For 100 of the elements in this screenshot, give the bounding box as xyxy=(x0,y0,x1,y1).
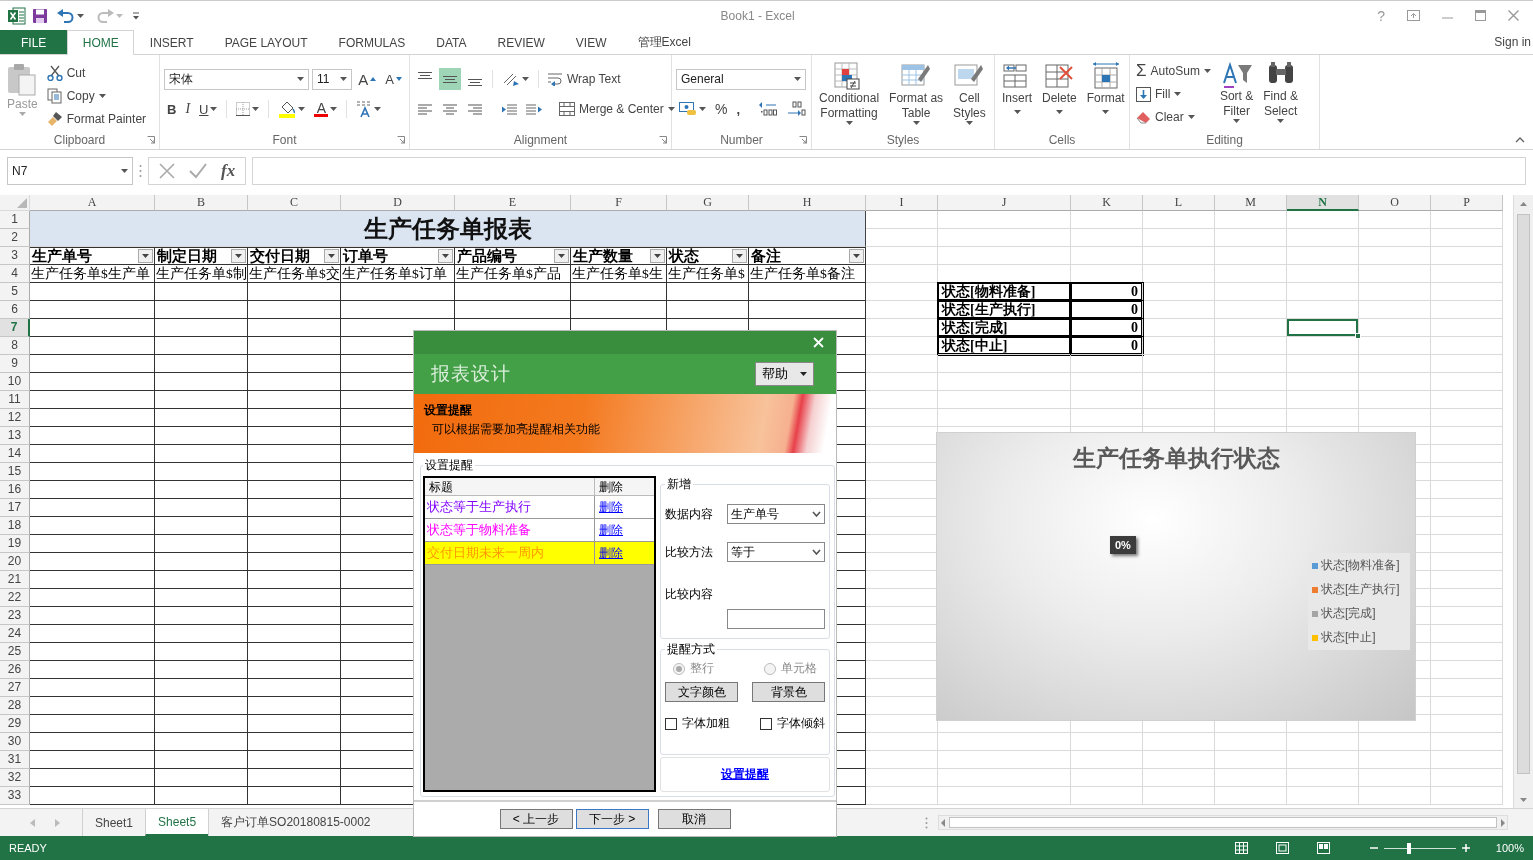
column-header[interactable]: H xyxy=(749,195,866,211)
row-header[interactable]: 27 xyxy=(0,679,30,697)
row-header[interactable]: 9 xyxy=(0,355,30,373)
format-cells-button[interactable]: Format xyxy=(1083,59,1128,130)
bold-button[interactable]: B xyxy=(164,98,180,120)
row-header[interactable]: 23 xyxy=(0,607,30,625)
help-button[interactable]: 帮助 xyxy=(755,361,814,386)
conditional-formatting-button[interactable]: Conditional Formatting xyxy=(816,59,883,130)
italic-button[interactable]: I xyxy=(182,98,194,120)
wizard-button[interactable]: < 上一步 xyxy=(499,809,573,830)
column-header[interactable]: J xyxy=(938,195,1071,211)
insert-function-button[interactable]: fx xyxy=(221,161,236,181)
row-header[interactable]: 12 xyxy=(0,409,30,427)
column-header[interactable]: B xyxy=(155,195,248,211)
ribbon-tab[interactable]: 管理Excel xyxy=(622,30,707,54)
row-header[interactable]: 13 xyxy=(0,427,30,445)
list-row[interactable]: 状态等于物料准备 删除 xyxy=(425,519,654,543)
wrap-text-button[interactable]: Wrap Text xyxy=(545,69,623,89)
sort-filter-button[interactable]: Sort & Filter xyxy=(1216,59,1257,130)
row-header[interactable]: 19 xyxy=(0,535,30,553)
column-header[interactable]: O xyxy=(1359,195,1431,211)
merge-center-button[interactable]: Merge & Center xyxy=(557,99,677,119)
underline-button[interactable]: U xyxy=(196,98,221,120)
list-row[interactable]: 状态等于生产执行 删除 xyxy=(425,496,654,520)
sign-in-link[interactable]: Sign in xyxy=(1494,35,1533,49)
comma-button[interactable]: , xyxy=(733,98,744,120)
column-header[interactable]: I xyxy=(866,195,938,211)
ribbon-tab[interactable]: DATA xyxy=(420,30,482,54)
column-header[interactable]: K xyxy=(1071,195,1143,211)
font-size-field[interactable]: 11 xyxy=(312,68,353,90)
row-header[interactable]: 22 xyxy=(0,589,30,607)
column-header[interactable]: P xyxy=(1431,195,1503,211)
font-name-field[interactable]: 宋体 xyxy=(164,68,310,90)
row-header[interactable]: 8 xyxy=(0,337,30,355)
color-button[interactable]: 文字颜色 xyxy=(665,682,738,703)
row-header[interactable]: 33 xyxy=(0,787,30,805)
cut-button[interactable]: Cut xyxy=(44,63,149,83)
delete-cells-button[interactable]: Delete xyxy=(1039,59,1080,130)
ribbon-tab[interactable]: FORMULAS xyxy=(323,30,421,54)
row-header[interactable]: 17 xyxy=(0,499,30,517)
ribbon-tab[interactable]: REVIEW xyxy=(482,30,561,54)
row-header[interactable]: 5 xyxy=(0,283,30,301)
row-header[interactable]: 7 xyxy=(0,319,30,337)
zoom-level[interactable]: 100% xyxy=(1484,842,1524,854)
dropdown-field[interactable]: 生产单号 xyxy=(727,504,825,525)
row-header[interactable]: 16 xyxy=(0,481,30,499)
wizard-button[interactable]: 下一步 > xyxy=(575,809,649,830)
format-painter-button[interactable]: Format Painter xyxy=(44,109,149,129)
delete-link[interactable]: 删除 xyxy=(595,498,623,516)
percent-button[interactable]: % xyxy=(712,98,731,120)
copy-button[interactable]: Copy xyxy=(44,86,149,106)
format-as-table-button[interactable]: Format as Table xyxy=(886,59,947,130)
row-header[interactable]: 29 xyxy=(0,715,30,733)
row-header[interactable]: 28 xyxy=(0,697,30,715)
delete-link[interactable]: 删除 xyxy=(595,544,623,562)
grow-font-button[interactable]: A xyxy=(355,68,380,90)
delete-link[interactable]: 删除 xyxy=(595,521,623,539)
column-header[interactable]: M xyxy=(1215,195,1287,211)
row-header[interactable]: 1 xyxy=(0,211,30,229)
row-header[interactable]: 2 xyxy=(0,229,30,247)
file-tab[interactable]: FILE xyxy=(0,30,68,54)
dropdown-field[interactable]: 等于 xyxy=(727,542,825,563)
column-header[interactable]: F xyxy=(571,195,667,211)
row-header[interactable]: 4 xyxy=(0,265,30,283)
sheet-tab[interactable]: Sheet5 xyxy=(145,809,209,836)
find-select-button[interactable]: Find & Select xyxy=(1260,59,1301,130)
fill-button[interactable]: Fill xyxy=(1134,84,1213,104)
row-header[interactable]: 18 xyxy=(0,517,30,535)
column-header[interactable]: E xyxy=(455,195,571,211)
row-header[interactable]: 20 xyxy=(0,553,30,571)
row-header[interactable]: 11 xyxy=(0,391,30,409)
cell-styles-button[interactable]: Cell Styles xyxy=(950,59,989,130)
row-header[interactable]: 32 xyxy=(0,769,30,787)
row-header[interactable]: 31 xyxy=(0,751,30,769)
ribbon-tab[interactable]: INSERT xyxy=(134,30,210,54)
row-header[interactable]: 30 xyxy=(0,733,30,751)
name-box[interactable]: N7 xyxy=(7,157,133,185)
row-header[interactable]: 3 xyxy=(0,247,30,265)
row-header[interactable]: 10 xyxy=(0,373,30,391)
row-header[interactable]: 26 xyxy=(0,661,30,679)
autosum-button[interactable]: Σ AutoSum xyxy=(1134,61,1213,81)
column-header[interactable]: L xyxy=(1143,195,1215,211)
row-header[interactable]: 21 xyxy=(0,571,30,589)
row-header[interactable]: 24 xyxy=(0,625,30,643)
shrink-font-button[interactable]: A xyxy=(382,68,405,90)
row-header[interactable]: 25 xyxy=(0,643,30,661)
column-header[interactable]: D xyxy=(341,195,455,211)
apply-link[interactable]: 设置提醒 xyxy=(721,766,769,784)
row-header[interactable]: 14 xyxy=(0,445,30,463)
font-color-button[interactable]: A xyxy=(311,98,341,120)
clear-button[interactable]: Clear xyxy=(1134,107,1213,127)
ribbon-tab[interactable]: VIEW xyxy=(560,30,622,54)
column-header[interactable]: G xyxy=(667,195,749,211)
number-format-field[interactable]: General xyxy=(676,68,806,90)
row-header[interactable]: 15 xyxy=(0,463,30,481)
column-header[interactable]: N xyxy=(1287,195,1359,211)
insert-cells-button[interactable]: Insert xyxy=(999,59,1035,130)
row-header[interactable]: 6 xyxy=(0,301,30,319)
ribbon-tab[interactable]: PAGE LAYOUT xyxy=(209,30,324,54)
wizard-button[interactable]: 取消 xyxy=(657,809,731,830)
